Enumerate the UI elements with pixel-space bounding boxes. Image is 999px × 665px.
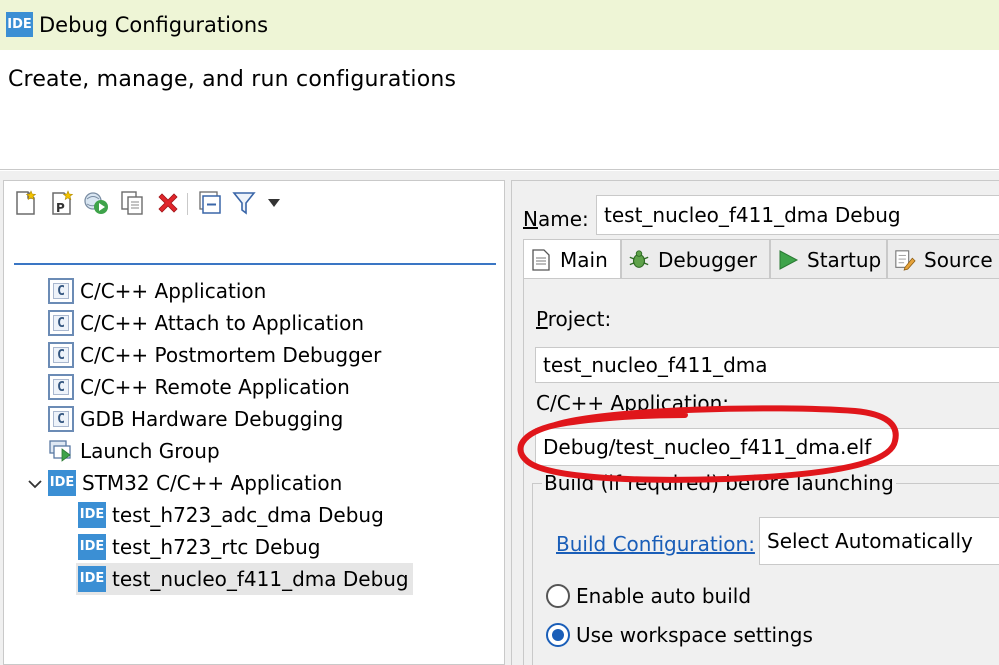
tab-main[interactable]: Main xyxy=(523,239,621,279)
ide-icon: IDE xyxy=(78,566,106,592)
tree-item-launch-group[interactable]: Launch Group xyxy=(48,435,220,467)
launch-group-icon xyxy=(48,438,74,464)
dialog-subtitle: Create, manage, and run configurations xyxy=(8,67,457,92)
main-tab-panel: Project: test_nucleo_f411_dma C/C++ Appl… xyxy=(523,278,999,665)
tab-startup[interactable]: Startup xyxy=(770,239,887,279)
main-tab-icon xyxy=(530,248,552,271)
name-label: Name: xyxy=(523,207,589,231)
tree-item-cpp-attach[interactable]: C C/C++ Attach to Application xyxy=(48,307,364,339)
dialog-header: Create, manage, and run configurations xyxy=(0,50,999,170)
ide-icon: IDE xyxy=(78,502,106,528)
radio-use-workspace-settings[interactable]: Use workspace settings xyxy=(546,623,813,647)
tree-item-cpp-application[interactable]: C C/C++ Application xyxy=(48,275,266,307)
duplicate-icon[interactable] xyxy=(118,189,146,217)
c-config-icon: C xyxy=(48,278,74,304)
source-tab-icon xyxy=(894,249,916,271)
filter-icon[interactable] xyxy=(230,189,258,217)
debugger-tab-icon xyxy=(628,249,650,271)
c-config-icon: C xyxy=(48,342,74,368)
config-tabs: Main Debugger Startup Source xyxy=(523,239,999,279)
tree-item-gdb-hardware[interactable]: C GDB Hardware Debugging xyxy=(48,403,343,435)
build-configuration-select[interactable]: Select Automatically xyxy=(759,517,999,565)
tree-item-test-h723-rtc[interactable]: IDE test_h723_rtc Debug xyxy=(78,531,320,563)
export-icon[interactable] xyxy=(82,189,110,217)
svg-text:P: P xyxy=(56,201,65,215)
configuration-editor-pane: Name: test_nucleo_f411_dma Debug Main De… xyxy=(511,180,999,665)
cpp-application-field[interactable]: Debug/test_nucleo_f411_dma.elf xyxy=(535,428,999,466)
list-toolbar: P xyxy=(4,181,504,223)
new-prototype-icon[interactable]: P xyxy=(48,189,76,217)
build-configuration-link[interactable]: Build Configuration: xyxy=(556,532,755,556)
tab-source[interactable]: Source xyxy=(887,239,999,279)
filter-input[interactable] xyxy=(14,231,496,265)
project-label: Project: xyxy=(536,307,612,331)
startup-tab-icon xyxy=(777,249,799,271)
ide-icon: IDE xyxy=(78,534,106,560)
title-bar: IDE Debug Configurations xyxy=(0,0,999,50)
radio-circle-selected[interactable] xyxy=(546,623,570,647)
project-field[interactable]: test_nucleo_f411_dma xyxy=(535,347,999,383)
configuration-list-pane: P C C/C++ Application C C/C++ Attach to … xyxy=(3,180,505,665)
dialog-body: P C C/C++ Application C C/C++ Attach to … xyxy=(0,171,999,665)
c-config-icon: C xyxy=(48,374,74,400)
c-config-icon: C xyxy=(48,406,74,432)
view-menu-dropdown-icon[interactable] xyxy=(260,189,288,217)
tree-item-test-nucleo-f411-dma[interactable]: IDE test_nucleo_f411_dma Debug xyxy=(76,563,413,595)
window-title: Debug Configurations xyxy=(39,13,269,37)
chevron-down-icon[interactable] xyxy=(28,476,42,490)
c-config-icon: C xyxy=(48,310,74,336)
name-field[interactable]: test_nucleo_f411_dma Debug xyxy=(596,195,999,235)
radio-enable-auto-build[interactable]: Enable auto build xyxy=(546,584,751,608)
radio-circle[interactable] xyxy=(546,584,570,608)
ide-icon: IDE xyxy=(48,470,76,496)
ide-app-icon: IDE xyxy=(6,12,33,37)
delete-icon[interactable] xyxy=(154,189,182,217)
cpp-application-label: C/C++ Application: xyxy=(536,391,730,415)
tree-item-test-h723-adc-dma[interactable]: IDE test_h723_adc_dma Debug xyxy=(78,499,384,531)
build-group-label: Build (if required) before launching xyxy=(542,471,896,495)
tree-item-cpp-postmortem[interactable]: C C/C++ Postmortem Debugger xyxy=(48,339,381,371)
tree-item-stm32-application[interactable]: IDE STM32 C/C++ Application xyxy=(48,467,342,499)
collapse-all-icon[interactable] xyxy=(196,189,224,217)
tree-item-cpp-remote[interactable]: C C/C++ Remote Application xyxy=(48,371,350,403)
toolbar-separator xyxy=(187,193,188,215)
tab-debugger[interactable]: Debugger xyxy=(621,239,770,279)
new-configuration-icon[interactable] xyxy=(12,189,40,217)
